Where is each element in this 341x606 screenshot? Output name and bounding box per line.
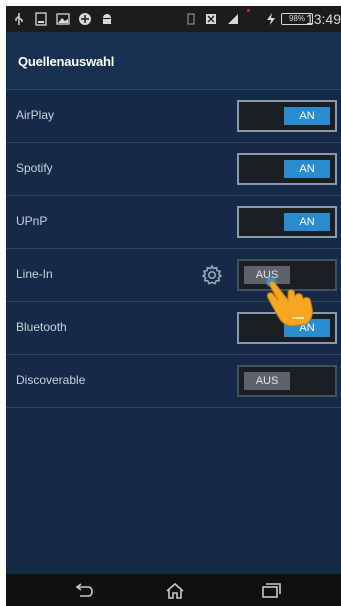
upnp-toggle[interactable]: AN	[237, 206, 337, 238]
image-icon	[56, 13, 70, 25]
navigation-bar	[6, 574, 341, 606]
sd-card-icon	[35, 12, 47, 26]
vibrate-icon	[187, 13, 195, 25]
toggle-state: AN	[284, 160, 330, 178]
page-title: Quellenauswahl	[18, 54, 115, 69]
charging-icon	[267, 13, 275, 25]
discoverable-toggle[interactable]: AUS	[237, 365, 337, 397]
pointing-hand-icon	[266, 277, 313, 327]
home-icon[interactable]	[164, 582, 186, 600]
source-row-spotify: Spotify AN	[6, 143, 341, 196]
source-row-upnp: UPnP AN	[6, 196, 341, 249]
phone-screen: 98% 13:49 Quellenauswahl AirPlay AN Spot…	[6, 6, 341, 606]
signal-icon	[228, 14, 238, 24]
source-label: Bluetooth	[16, 320, 67, 334]
source-row-discoverable: Discoverable AUS	[6, 355, 341, 408]
no-sim-icon	[206, 14, 216, 24]
source-label: Discoverable	[16, 373, 86, 387]
toggle-state: AUS	[244, 372, 290, 390]
back-icon[interactable]	[72, 582, 94, 600]
source-row-airplay: AirPlay AN	[6, 90, 341, 143]
source-label: UPnP	[16, 214, 48, 228]
source-label: Spotify	[16, 161, 53, 175]
toggle-state: AN	[284, 213, 330, 231]
airplay-toggle[interactable]: AN	[237, 100, 337, 132]
recent-apps-icon[interactable]	[260, 582, 282, 600]
source-label: AirPlay	[16, 108, 55, 122]
source-label: Line-In	[16, 267, 53, 281]
android-icon	[103, 14, 111, 24]
vpn-icon	[79, 13, 91, 25]
status-bar: 98% 13:49	[6, 6, 341, 32]
clock: 13:49	[305, 11, 341, 27]
toggle-state: AN	[284, 107, 330, 125]
app-header: Quellenauswahl	[6, 32, 341, 90]
usb-icon	[15, 13, 23, 25]
spotify-toggle[interactable]: AN	[237, 153, 337, 185]
gear-icon[interactable]	[201, 264, 223, 286]
notification-dot	[247, 9, 250, 12]
